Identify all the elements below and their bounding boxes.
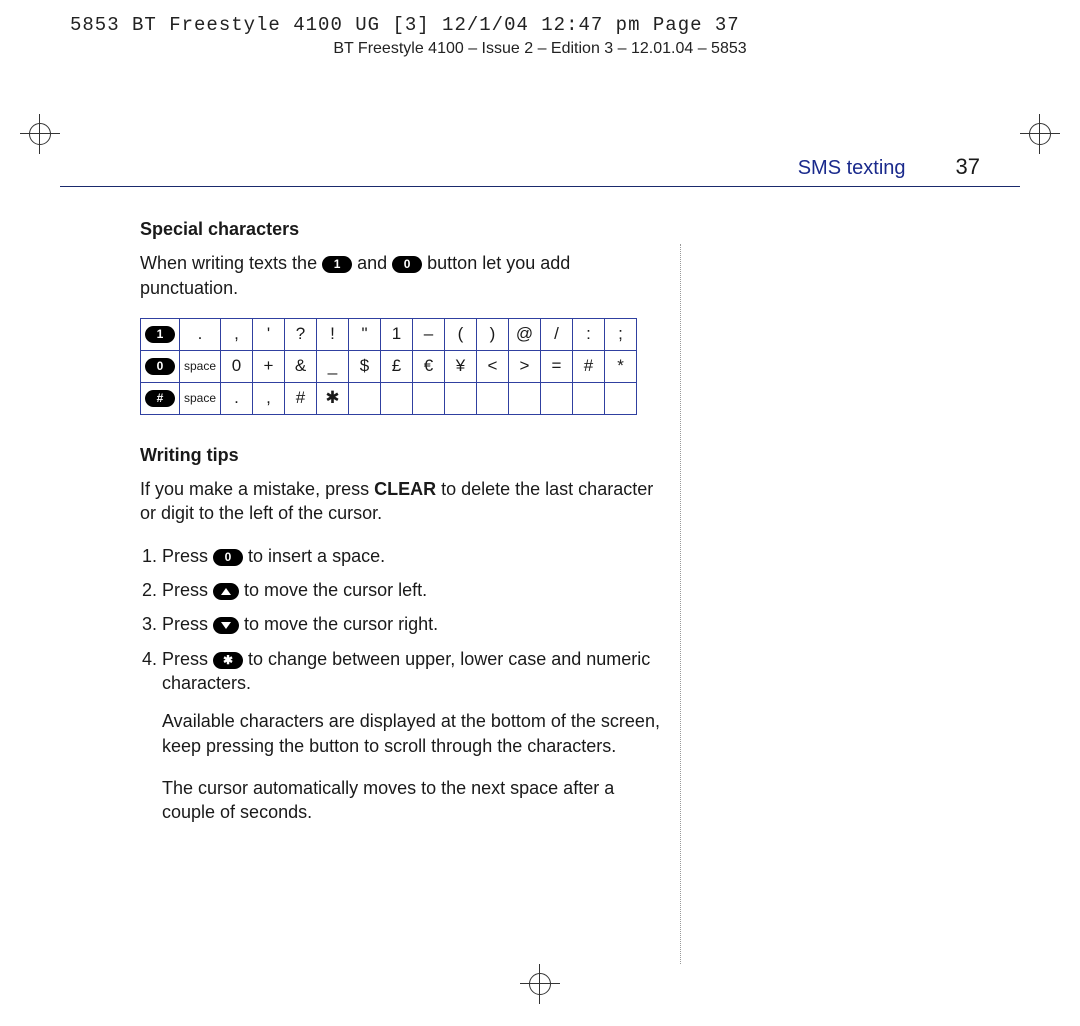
cell bbox=[573, 382, 605, 414]
cell: $ bbox=[349, 350, 381, 382]
table-row: 1 . , ' ? ! " 1 – ( ) @ / : ; bbox=[141, 318, 637, 350]
text: to move the cursor right. bbox=[244, 614, 438, 634]
heading-writing-tips: Writing tips bbox=[140, 443, 660, 467]
cell: ✱ bbox=[317, 382, 349, 414]
cell: £ bbox=[381, 350, 413, 382]
document-footer-line: BT Freestyle 4100 – Issue 2 – Edition 3 … bbox=[0, 40, 1080, 64]
text: When writing texts the bbox=[140, 253, 322, 273]
cell: @ bbox=[509, 318, 541, 350]
cell: _ bbox=[317, 350, 349, 382]
cell: – bbox=[413, 318, 445, 350]
special-characters-table: 1 . , ' ? ! " 1 – ( ) @ / : ; 0 space 0 … bbox=[140, 318, 637, 415]
cell bbox=[445, 382, 477, 414]
intro-paragraph: When writing texts the 1 and 0 button le… bbox=[140, 251, 660, 300]
cell bbox=[477, 382, 509, 414]
list-item: Press to move the cursor right. bbox=[162, 612, 660, 636]
down-arrow-icon bbox=[213, 617, 239, 634]
cell: / bbox=[541, 318, 573, 350]
cell: " bbox=[349, 318, 381, 350]
row-key: 0 bbox=[141, 350, 180, 382]
cell bbox=[605, 382, 637, 414]
cursor-auto-para: The cursor automatically moves to the ne… bbox=[162, 776, 660, 825]
cell: space bbox=[180, 382, 221, 414]
text: Press bbox=[162, 614, 213, 634]
text: Press bbox=[162, 649, 213, 669]
heading-special-characters: Special characters bbox=[140, 217, 660, 241]
cell: : bbox=[573, 318, 605, 350]
tips-list: Press 0 to insert a space. Press to move… bbox=[140, 544, 660, 825]
text: Press bbox=[162, 546, 213, 566]
cell: * bbox=[605, 350, 637, 382]
key-0-icon: 0 bbox=[213, 549, 243, 566]
cell bbox=[509, 382, 541, 414]
key-1-icon: 1 bbox=[145, 326, 175, 343]
list-item: Press ✱ to change between upper, lower c… bbox=[162, 647, 660, 825]
section-title: SMS texting bbox=[798, 157, 906, 180]
column-divider bbox=[680, 244, 681, 964]
cell: ) bbox=[477, 318, 509, 350]
key-1-icon: 1 bbox=[322, 256, 352, 273]
cell: space bbox=[180, 350, 221, 382]
tips-intro: If you make a mistake, press CLEAR to de… bbox=[140, 477, 660, 526]
key-0-icon: 0 bbox=[145, 358, 175, 375]
cell: ! bbox=[317, 318, 349, 350]
cell bbox=[349, 382, 381, 414]
cell: , bbox=[253, 382, 285, 414]
text: to move the cursor left. bbox=[244, 580, 427, 600]
key-hash-icon: # bbox=[145, 390, 175, 407]
cell: ¥ bbox=[445, 350, 477, 382]
print-job-header: 5853 BT Freestyle 4100 UG [3] 12/1/04 12… bbox=[0, 0, 1080, 40]
cell: & bbox=[285, 350, 317, 382]
text: If you make a mistake, press bbox=[140, 479, 374, 499]
crop-mark-left bbox=[20, 114, 60, 154]
cell: + bbox=[253, 350, 285, 382]
list-item: Press to move the cursor left. bbox=[162, 578, 660, 602]
list-item: Press 0 to insert a space. bbox=[162, 544, 660, 568]
cell: = bbox=[541, 350, 573, 382]
cell: 0 bbox=[221, 350, 253, 382]
cell: , bbox=[221, 318, 253, 350]
left-column: Special characters When writing texts th… bbox=[140, 217, 660, 824]
table-row: 0 space 0 + & _ $ £ € ¥ < > = # * bbox=[141, 350, 637, 382]
cell: < bbox=[477, 350, 509, 382]
up-arrow-icon bbox=[213, 583, 239, 600]
cell: ? bbox=[285, 318, 317, 350]
clear-key-label: CLEAR bbox=[374, 479, 436, 499]
cell bbox=[381, 382, 413, 414]
crop-mark-right bbox=[1020, 114, 1060, 154]
cell: # bbox=[285, 382, 317, 414]
key-star-icon: ✱ bbox=[213, 652, 243, 669]
text: to insert a space. bbox=[248, 546, 385, 566]
key-0-icon: 0 bbox=[392, 256, 422, 273]
crop-mark-bottom bbox=[520, 964, 560, 1004]
cell: ; bbox=[605, 318, 637, 350]
cell: . bbox=[180, 318, 221, 350]
available-chars-para: Available characters are displayed at th… bbox=[162, 709, 660, 758]
text: Press bbox=[162, 580, 213, 600]
cell: € bbox=[413, 350, 445, 382]
cell bbox=[413, 382, 445, 414]
cell bbox=[541, 382, 573, 414]
cell: ' bbox=[253, 318, 285, 350]
page-number: 37 bbox=[956, 154, 980, 180]
row-key: 1 bbox=[141, 318, 180, 350]
table-row: # space . , # ✱ bbox=[141, 382, 637, 414]
page-body: SMS texting 37 Special characters When w… bbox=[60, 64, 1020, 974]
cell: ( bbox=[445, 318, 477, 350]
cell: > bbox=[509, 350, 541, 382]
row-key: # bbox=[141, 382, 180, 414]
cell: # bbox=[573, 350, 605, 382]
text: and bbox=[357, 253, 392, 273]
cell: . bbox=[221, 382, 253, 414]
page-header: SMS texting 37 bbox=[60, 74, 1020, 187]
cell: 1 bbox=[381, 318, 413, 350]
